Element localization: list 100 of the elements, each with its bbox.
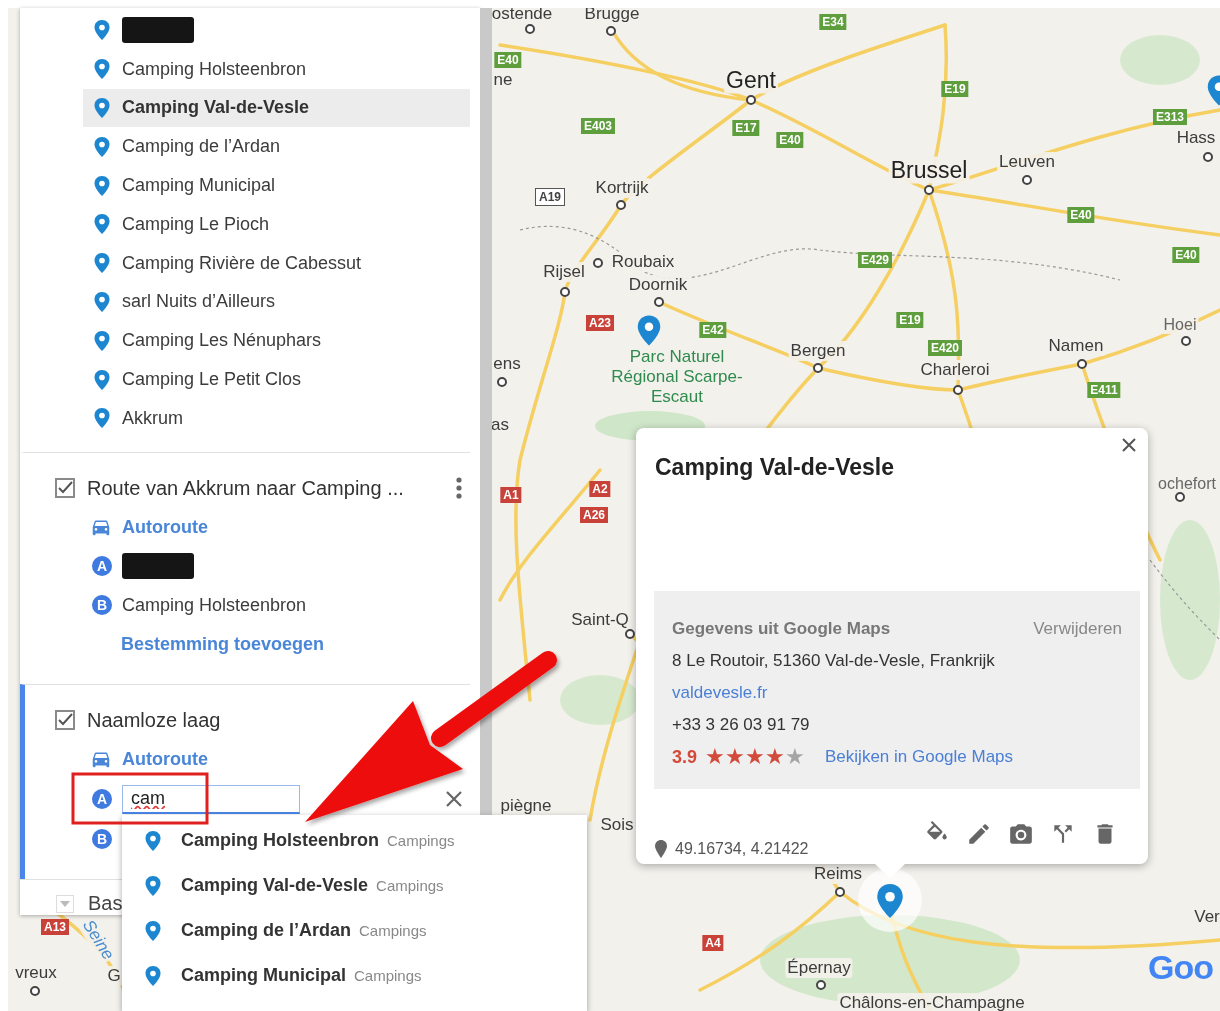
place-list-item[interactable]: Camping Rivière de Cabessut — [83, 243, 470, 283]
town-dot-icon — [654, 297, 664, 307]
place-label: Châlons-en-Champagne — [837, 993, 1027, 1011]
town-dot-icon — [924, 185, 934, 195]
open-in-maps-link[interactable]: Bekijken in Google Maps — [825, 747, 1014, 767]
road-number-sign: E19 — [941, 81, 969, 97]
road-number-sign: E34 — [819, 14, 847, 30]
place-list-item[interactable]: Akkrum — [83, 398, 470, 438]
phone-number: +33 3 26 03 91 79 — [672, 715, 810, 735]
town-dot-icon — [835, 887, 845, 897]
waypoint-input[interactable]: cam — [122, 784, 300, 814]
road-number-sign: A1 — [500, 487, 522, 503]
waypoint-marker: B — [92, 595, 112, 616]
place-label: Namen — [1046, 336, 1106, 356]
pin-icon — [92, 289, 112, 314]
place-list-item[interactable]: Camping Le Pioch — [83, 205, 470, 244]
travel-mode-link[interactable]: Autoroute — [122, 748, 208, 770]
road-number-sign: E313 — [1153, 109, 1187, 125]
waypoint-name[interactable]: Camping Holsteenbron — [122, 594, 307, 616]
pin-icon — [143, 918, 163, 943]
road-number-sign: A4 — [702, 935, 724, 951]
layer-title[interactable]: Naamloze laag — [87, 708, 221, 732]
road-number-sign: A19 — [535, 188, 565, 206]
layer-checkbox[interactable] — [55, 478, 75, 499]
road-number-sign: A23 — [586, 315, 614, 331]
place-list-item[interactable]: sarl Nuits d’Ailleurs — [83, 282, 470, 322]
address-text: 8 Le Routoir, 51360 Val-de-Vesle, Frankrijk — [672, 651, 995, 671]
website-link[interactable]: valdevesle.fr — [672, 683, 768, 703]
place-list-item[interactable]: Camping Val-de-Vesle — [83, 88, 470, 128]
suggestion-item[interactable]: Camping Holsteenbron Campings — [122, 818, 587, 863]
town-dot-icon — [1077, 359, 1087, 369]
pin-icon — [143, 963, 163, 988]
place-list-item[interactable]: Camping Holsteenbron — [83, 49, 470, 89]
town-dot-icon — [616, 200, 626, 210]
town-dot-icon — [816, 980, 826, 990]
suggestion-item[interactable]: Camping de l’Ardan Campings — [122, 908, 587, 953]
popup-title: Camping Val-de-Vesle — [655, 454, 896, 481]
town-dot-icon — [1181, 336, 1191, 346]
location-pin-icon — [655, 840, 667, 858]
road-number-sign: A13 — [41, 919, 69, 935]
redaction-bar — [122, 17, 194, 44]
category-label: Campings — [387, 832, 455, 849]
road-number-sign: E40 — [1172, 247, 1200, 263]
road-number-sign: E17 — [732, 120, 760, 136]
add-destination-link[interactable]: Bestemming toevoegen — [121, 633, 325, 655]
category-label: Campings — [376, 877, 444, 894]
place-label: Épernay — [785, 958, 853, 978]
town-dot-icon — [525, 24, 535, 34]
source-heading: Gegevens uit Google Maps — [672, 619, 891, 639]
road-number-sign: E403 — [581, 118, 615, 134]
place-list-item[interactable]: Camping Municipal — [83, 166, 470, 205]
pin-icon — [92, 96, 112, 120]
travel-mode-link[interactable]: Autoroute — [122, 516, 208, 538]
star-icon: ★ — [705, 746, 726, 768]
redaction-bar — [122, 553, 194, 580]
place-list-item[interactable]: Camping de l’Ardan — [83, 127, 470, 167]
road-number-sign: A26 — [580, 507, 608, 523]
park-label: Parc Naturel Régional Scarpe-Escaut — [610, 347, 744, 407]
place-list-item[interactable]: Camping Le Petit Clos — [83, 360, 470, 399]
road-number-sign: E40 — [1067, 207, 1095, 223]
pencil-icon[interactable] — [966, 821, 992, 847]
place-label: Rijsel — [541, 262, 587, 282]
town-dot-icon — [593, 258, 603, 268]
rating-value: 3.9 — [672, 746, 698, 768]
camera-icon[interactable] — [1008, 821, 1034, 847]
more-options-icon[interactable] — [456, 476, 462, 501]
layer-title[interactable]: Route van Akkrum naar Camping ... — [87, 476, 404, 500]
suggestion-item[interactable]: Camping Val-de-Vesle Campings — [122, 863, 587, 908]
place-label: Kortrijk — [593, 178, 651, 198]
layer-checkbox[interactable] — [55, 710, 75, 731]
road-number-sign: E420 — [928, 340, 962, 356]
category-label: Campings — [354, 967, 422, 984]
town-dot-icon — [1203, 152, 1213, 162]
pin-icon — [143, 828, 163, 853]
place-label: Brugge — [582, 8, 642, 24]
town-dot-icon — [1175, 492, 1185, 502]
road-number-sign: E40 — [494, 52, 522, 68]
pin-icon — [92, 173, 112, 198]
town-dot-icon — [497, 377, 507, 387]
place-list-item[interactable]: Camping Les Nénuphars — [83, 321, 470, 361]
waypoint-marker: B — [92, 829, 112, 850]
place-label: Bergen — [788, 341, 848, 361]
suggestion-item[interactable]: Camping Municipal Campings — [122, 953, 587, 998]
town-dot-icon — [30, 986, 40, 996]
road-number-sign: E19 — [896, 312, 924, 328]
pin-icon — [92, 134, 112, 159]
pin-icon — [92, 328, 112, 353]
layer-title[interactable]: Bas — [88, 892, 123, 916]
waypoint-marker: A — [92, 789, 112, 810]
star-icon: ★ — [725, 746, 746, 768]
scrollbar[interactable] — [480, 8, 492, 815]
road-number-sign: E411 — [1087, 382, 1121, 398]
town-dot-icon — [1022, 175, 1032, 185]
place-label: Saint-Q — [569, 610, 631, 630]
road-number-sign: E429 — [858, 252, 892, 268]
town-dot-icon — [953, 385, 963, 395]
town-dot-icon — [746, 95, 756, 105]
place-label: G — [105, 966, 123, 986]
place-label: piègne — [498, 796, 554, 816]
star-icon: ★ — [765, 746, 786, 768]
